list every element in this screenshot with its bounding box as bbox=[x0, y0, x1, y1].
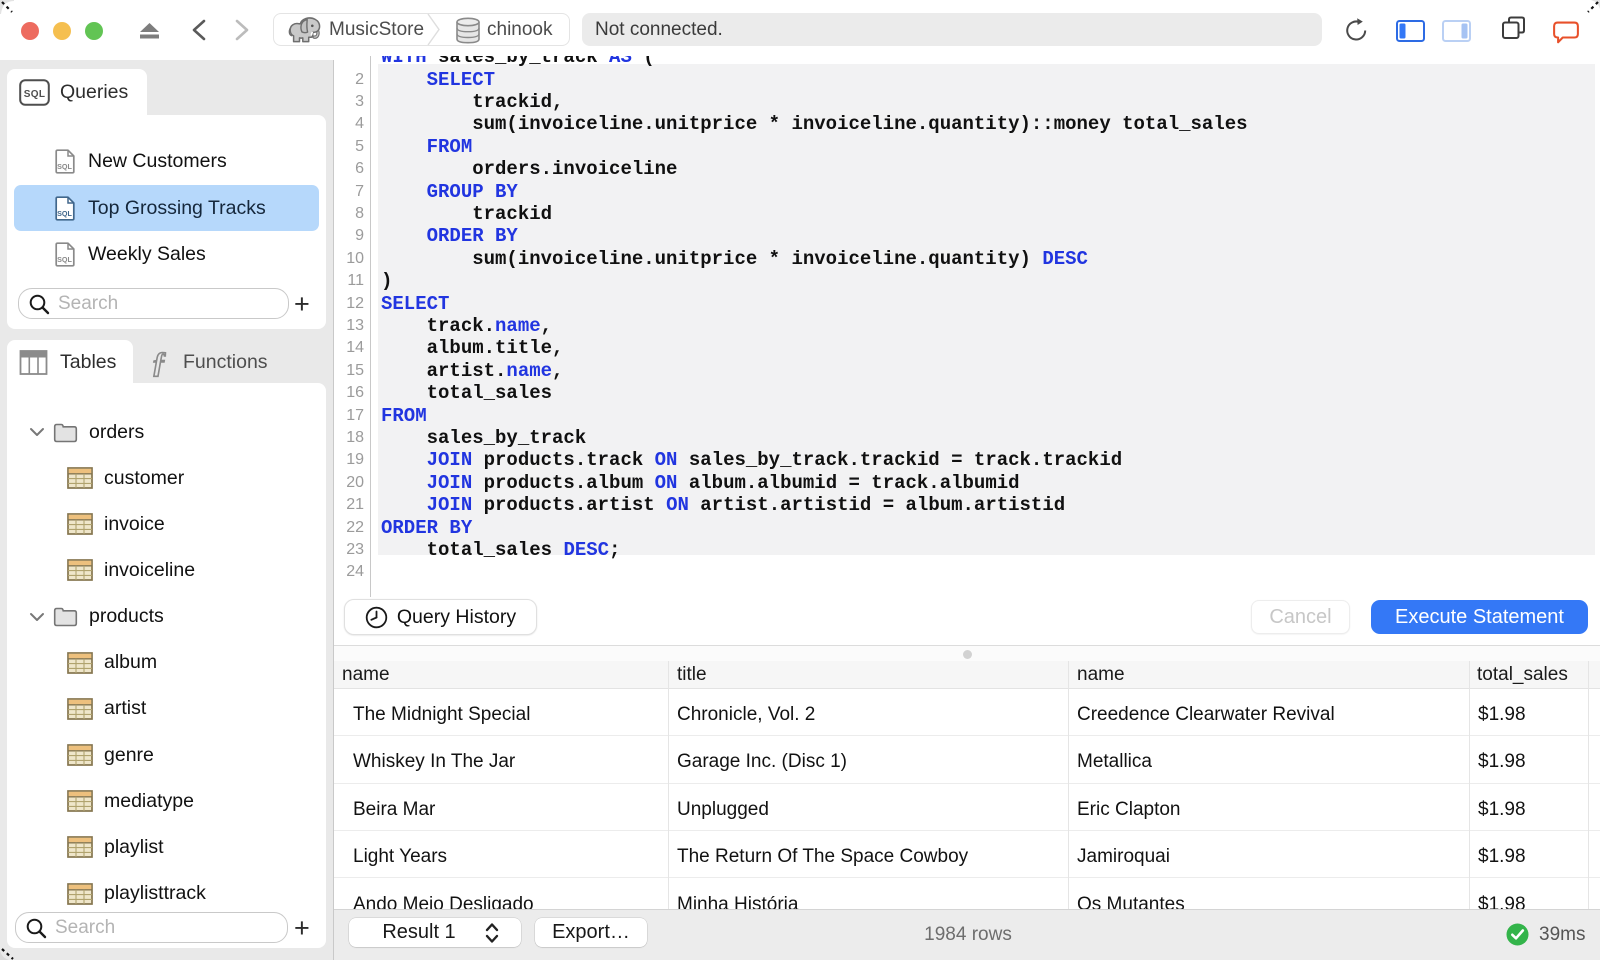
svg-text:SQL: SQL bbox=[24, 89, 45, 100]
svg-text:SQL: SQL bbox=[57, 162, 72, 171]
svg-text:ƒ: ƒ bbox=[152, 346, 167, 379]
svg-text:SQL: SQL bbox=[57, 209, 72, 218]
svg-text:SQL: SQL bbox=[57, 255, 72, 264]
